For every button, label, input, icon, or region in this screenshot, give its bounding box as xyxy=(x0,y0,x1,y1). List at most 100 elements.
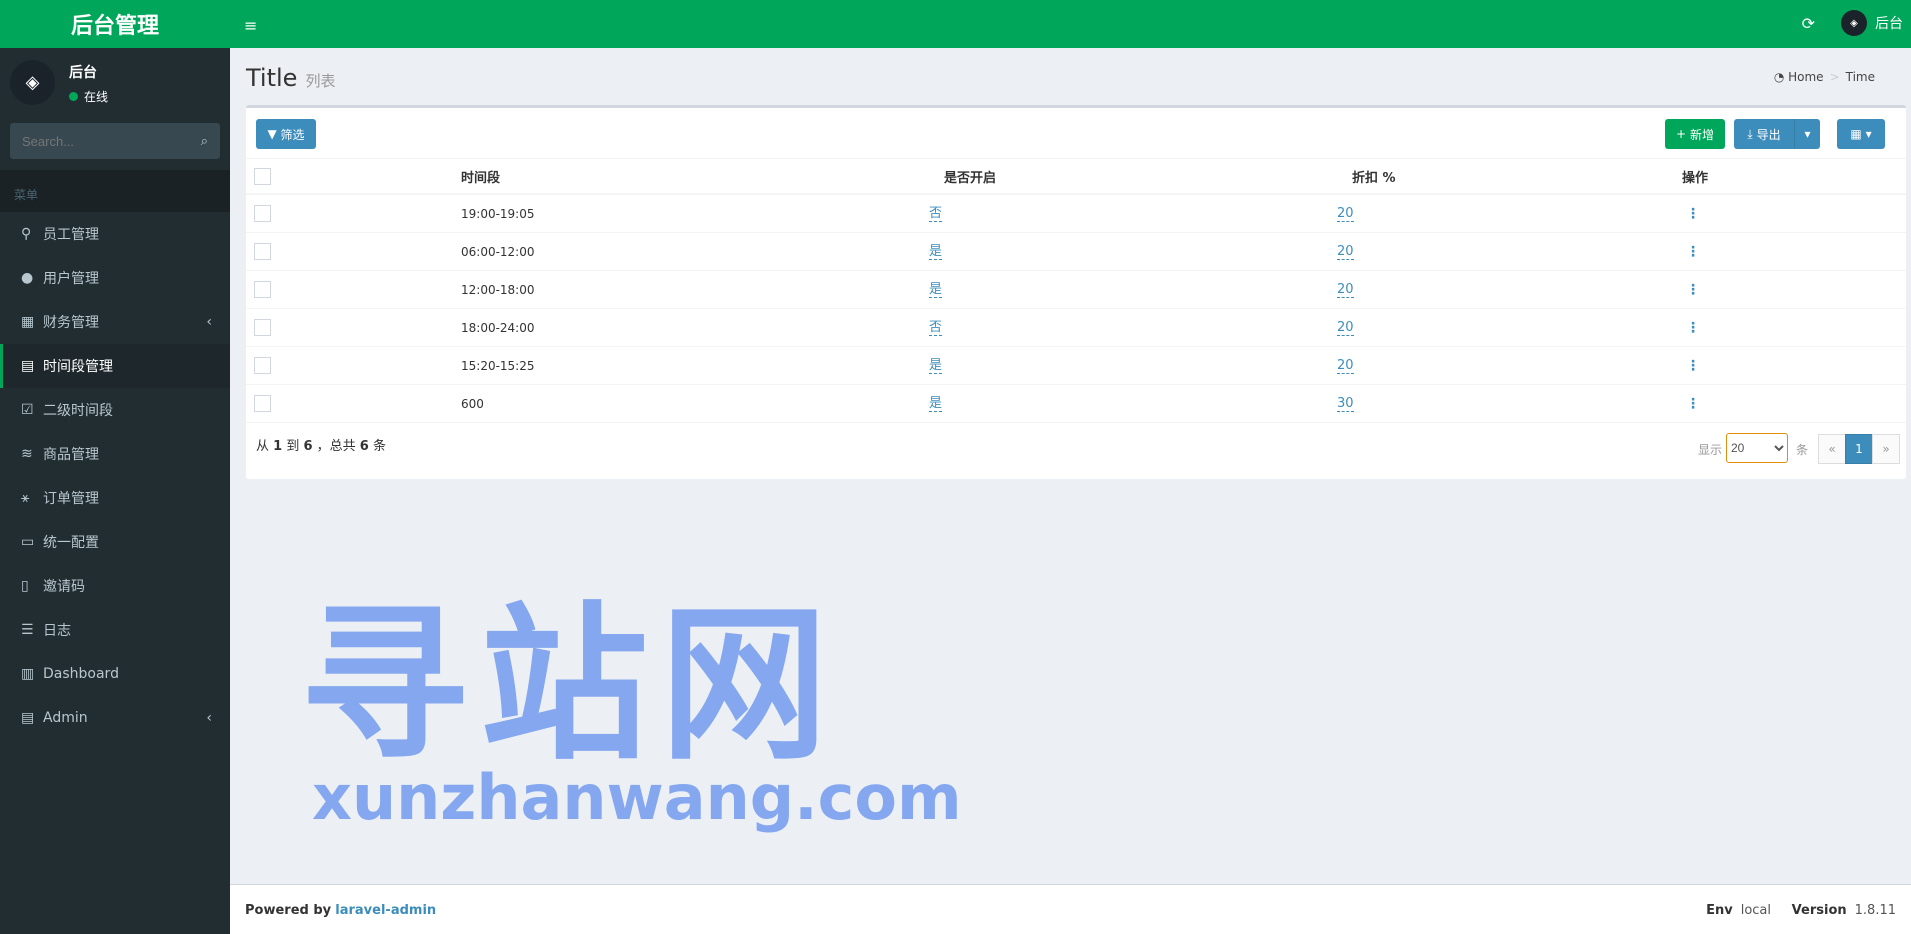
data-table-box: ▼ 筛选 + 新增 ⤓ 导出 ▾ ▦ ▾ 时间段 是否开启 折扣 % 操作 19… xyxy=(246,105,1906,479)
breadcrumb: ◔ Home > Time xyxy=(1773,70,1875,84)
discount-editable[interactable]: 20 xyxy=(1337,282,1354,298)
discount-editable[interactable]: 30 xyxy=(1337,396,1354,412)
app-logo[interactable]: 后台管理 xyxy=(0,0,230,48)
sidebar-item-label: 日志 xyxy=(43,623,71,639)
sidebar-menu: ⚲ 员工管理 ● 用户管理 ▦ 财务管理 ‹ ▤ 时间段管理 ☑ 二级时间段 ≋ 商品管理 ⚹ 订单管理 ▭ 统… xyxy=(0,212,230,740)
export-button[interactable]: ⤓ 导出 xyxy=(1734,119,1794,149)
sidebar-item[interactable]: ▯ 邀请码 xyxy=(0,564,230,608)
columns-button[interactable]: ▦ ▾ xyxy=(1837,119,1885,149)
sidebar-item[interactable]: ▤ Admin ‹ xyxy=(0,696,230,740)
menu-icon: ≋ xyxy=(21,446,33,462)
search-icon[interactable]: ⌕ xyxy=(201,134,208,149)
per-page-select[interactable]: 20 xyxy=(1726,433,1788,463)
hamburger-icon[interactable]: ≡ xyxy=(244,16,257,35)
refresh-icon[interactable]: ⟳ xyxy=(1802,14,1815,33)
page-subtitle: 列表 xyxy=(305,72,336,90)
sidebar: ◈ 后台 在线 ⌕ 菜单 ⚲ 员工管理 ● 用户管理 ▦ 财务管理 ‹ ▤ 时间段管理 ☑ 二级时间… xyxy=(0,48,230,934)
version-label: Version xyxy=(1791,903,1847,918)
period-cell: 06:00-12:00 xyxy=(461,244,535,259)
add-button[interactable]: + 新增 xyxy=(1665,119,1725,149)
menu-icon: ▤ xyxy=(21,358,35,374)
caret-down-icon: ▾ xyxy=(1865,127,1872,141)
enabled-editable[interactable]: 否 xyxy=(929,206,943,222)
breadcrumb-home[interactable]: Home xyxy=(1788,70,1823,84)
sidebar-item[interactable]: ☑ 二级时间段 xyxy=(0,388,230,432)
menu-header: 菜单 xyxy=(0,170,230,212)
discount-editable[interactable]: 20 xyxy=(1337,358,1354,374)
actions-menu-icon[interactable]: ⋮ xyxy=(1686,206,1700,222)
sidebar-item[interactable]: ≋ 商品管理 xyxy=(0,432,230,476)
column-header[interactable]: 时间段 xyxy=(461,159,500,193)
search-input[interactable] xyxy=(22,133,182,149)
sidebar-item[interactable]: ▦ 财务管理 ‹ xyxy=(0,300,230,344)
row-checkbox[interactable] xyxy=(254,281,271,298)
column-header[interactable]: 是否开启 xyxy=(944,159,996,193)
menu-icon: ⚹ xyxy=(21,490,30,506)
table-row: 600 是 30 ⋮ xyxy=(246,385,1906,423)
next-page-button[interactable]: » xyxy=(1872,434,1900,464)
row-checkbox[interactable] xyxy=(254,395,271,412)
enabled-editable[interactable]: 是 xyxy=(929,244,943,260)
table-row: 12:00-18:00 是 20 ⋮ xyxy=(246,271,1906,309)
avatar: ◈ xyxy=(1841,10,1867,36)
table-row: 19:00-19:05 否 20 ⋮ xyxy=(246,195,1906,233)
row-checkbox[interactable] xyxy=(254,205,271,222)
period-cell: 18:00-24:00 xyxy=(461,320,535,335)
sidebar-item[interactable]: ⚹ 订单管理 xyxy=(0,476,230,520)
enabled-editable[interactable]: 是 xyxy=(929,282,943,298)
actions-menu-icon[interactable]: ⋮ xyxy=(1686,396,1700,412)
sidebar-item-label: 商品管理 xyxy=(43,447,99,463)
sidebar-item-label: 订单管理 xyxy=(43,491,99,507)
discount-editable[interactable]: 20 xyxy=(1337,244,1354,260)
show-label: 显示 xyxy=(1698,443,1723,457)
menu-icon: ⚲ xyxy=(21,226,32,242)
row-checkbox[interactable] xyxy=(254,243,271,260)
online-dot-icon xyxy=(69,92,78,101)
enabled-editable[interactable]: 否 xyxy=(929,320,943,336)
sidebar-item-label: 邀请码 xyxy=(43,579,85,595)
dashboard-icon: ◔ xyxy=(1773,70,1785,84)
user-panel-name: 后台 xyxy=(69,65,97,81)
user-menu[interactable]: ◈ 后台 xyxy=(1841,10,1903,36)
sidebar-item[interactable]: ▤ 时间段管理 xyxy=(0,344,230,388)
sidebar-item-label: Dashboard xyxy=(43,666,119,682)
menu-icon: ▯ xyxy=(21,578,29,594)
sidebar-search: ⌕ xyxy=(10,123,220,159)
filter-icon: ▼ xyxy=(267,127,277,141)
sidebar-item[interactable]: ☰ 日志 xyxy=(0,608,230,652)
prev-page-button[interactable]: « xyxy=(1818,434,1846,464)
pagination-summary: 从 1 到 6 ，总共 6 条 xyxy=(256,439,386,454)
env-value: local xyxy=(1740,903,1771,918)
table-row: 18:00-24:00 否 20 ⋮ xyxy=(246,309,1906,347)
row-checkbox[interactable] xyxy=(254,319,271,336)
menu-icon: ▤ xyxy=(21,710,35,726)
sidebar-item[interactable]: ⚲ 员工管理 xyxy=(0,212,230,256)
period-cell: 19:00-19:05 xyxy=(461,206,535,221)
discount-editable[interactable]: 20 xyxy=(1337,206,1354,222)
chevron-left-icon: ‹ xyxy=(206,314,212,330)
user-panel: ◈ 后台 在线 xyxy=(10,60,108,105)
actions-menu-icon[interactable]: ⋮ xyxy=(1686,244,1700,260)
watermark: 寻站网 xunzhanwang.com xyxy=(300,595,962,833)
select-all-checkbox[interactable] xyxy=(254,167,271,185)
page-1-button[interactable]: 1 xyxy=(1845,434,1873,464)
discount-editable[interactable]: 20 xyxy=(1337,320,1354,336)
menu-icon: ▥ xyxy=(21,666,35,682)
breadcrumb-current: Time xyxy=(1845,70,1875,84)
online-status: 在线 xyxy=(69,88,108,105)
actions-menu-icon[interactable]: ⋮ xyxy=(1686,358,1700,374)
actions-menu-icon[interactable]: ⋮ xyxy=(1686,282,1700,298)
menu-icon: ☑ xyxy=(21,402,34,418)
sidebar-item[interactable]: ▥ Dashboard xyxy=(0,652,230,696)
row-checkbox[interactable] xyxy=(254,357,271,374)
column-header[interactable]: 折扣 % xyxy=(1352,159,1396,193)
sidebar-item[interactable]: ● 用户管理 xyxy=(0,256,230,300)
enabled-editable[interactable]: 是 xyxy=(929,396,943,412)
sidebar-item[interactable]: ▭ 统一配置 xyxy=(0,520,230,564)
actions-menu-icon[interactable]: ⋮ xyxy=(1686,320,1700,336)
filter-button[interactable]: ▼ 筛选 xyxy=(256,119,316,149)
export-dropdown-button[interactable]: ▾ xyxy=(1794,119,1820,149)
enabled-editable[interactable]: 是 xyxy=(929,358,943,374)
menu-icon: ▦ xyxy=(21,314,35,330)
laravel-admin-link[interactable]: laravel-admin xyxy=(335,903,436,918)
